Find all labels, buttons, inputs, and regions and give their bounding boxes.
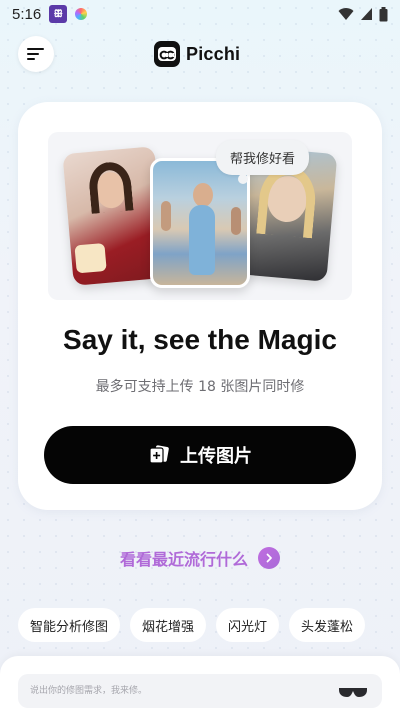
status-time: 5:16 bbox=[12, 5, 42, 23]
menu-button[interactable] bbox=[18, 36, 54, 72]
hero-title: Say it, see the Magic bbox=[63, 324, 337, 355]
brand: Picchi bbox=[154, 40, 240, 68]
picchi-logo-icon bbox=[154, 41, 180, 67]
notification-app-icon: ꕥ bbox=[49, 5, 68, 23]
chip-smart-analysis[interactable]: 智能分析修图 bbox=[18, 608, 121, 642]
trending-link[interactable]: 看看最近流行什么 bbox=[0, 546, 400, 570]
cell-signal-icon bbox=[361, 8, 372, 20]
notification-color-icon bbox=[75, 8, 88, 20]
sample-photos: 帮我修好看 bbox=[48, 132, 352, 300]
speech-bubble: 帮我修好看 bbox=[216, 140, 310, 175]
upload-photos-button[interactable]: 上传图片 bbox=[44, 426, 356, 484]
speech-bubble-tail bbox=[238, 174, 248, 184]
glasses-icon[interactable] bbox=[338, 685, 368, 699]
chevron-right-icon bbox=[258, 547, 280, 569]
menu-icon bbox=[27, 48, 44, 60]
upload-photos-label: 上传图片 bbox=[180, 446, 252, 467]
hero-card: 帮我修好看 Say it, see the Magic 最多可支持上传 18 张… bbox=[18, 102, 382, 510]
prompt-input[interactable] bbox=[18, 674, 382, 708]
status-icons bbox=[338, 6, 388, 22]
style-chips: 智能分析修图 烟花增强 闪光灯 头发蓬松 bbox=[18, 608, 366, 644]
prompt-sheet bbox=[0, 656, 400, 711]
chip-flash[interactable]: 闪光灯 bbox=[216, 608, 280, 642]
status-bar: 5:16 ꕥ bbox=[0, 0, 400, 28]
brand-name: Picchi bbox=[186, 43, 241, 64]
sample-photo-beach bbox=[150, 158, 250, 288]
add-photos-icon bbox=[149, 445, 169, 464]
chip-hair-volume[interactable]: 头发蓬松 bbox=[289, 608, 366, 642]
trending-label: 看看最近流行什么 bbox=[119, 550, 248, 569]
hero-subtitle: 最多可支持上传 18 张图片同时修 bbox=[95, 379, 305, 395]
chip-fireworks-enhance[interactable]: 烟花增强 bbox=[130, 608, 207, 642]
wifi-icon bbox=[338, 8, 354, 20]
battery-icon bbox=[379, 6, 388, 21]
